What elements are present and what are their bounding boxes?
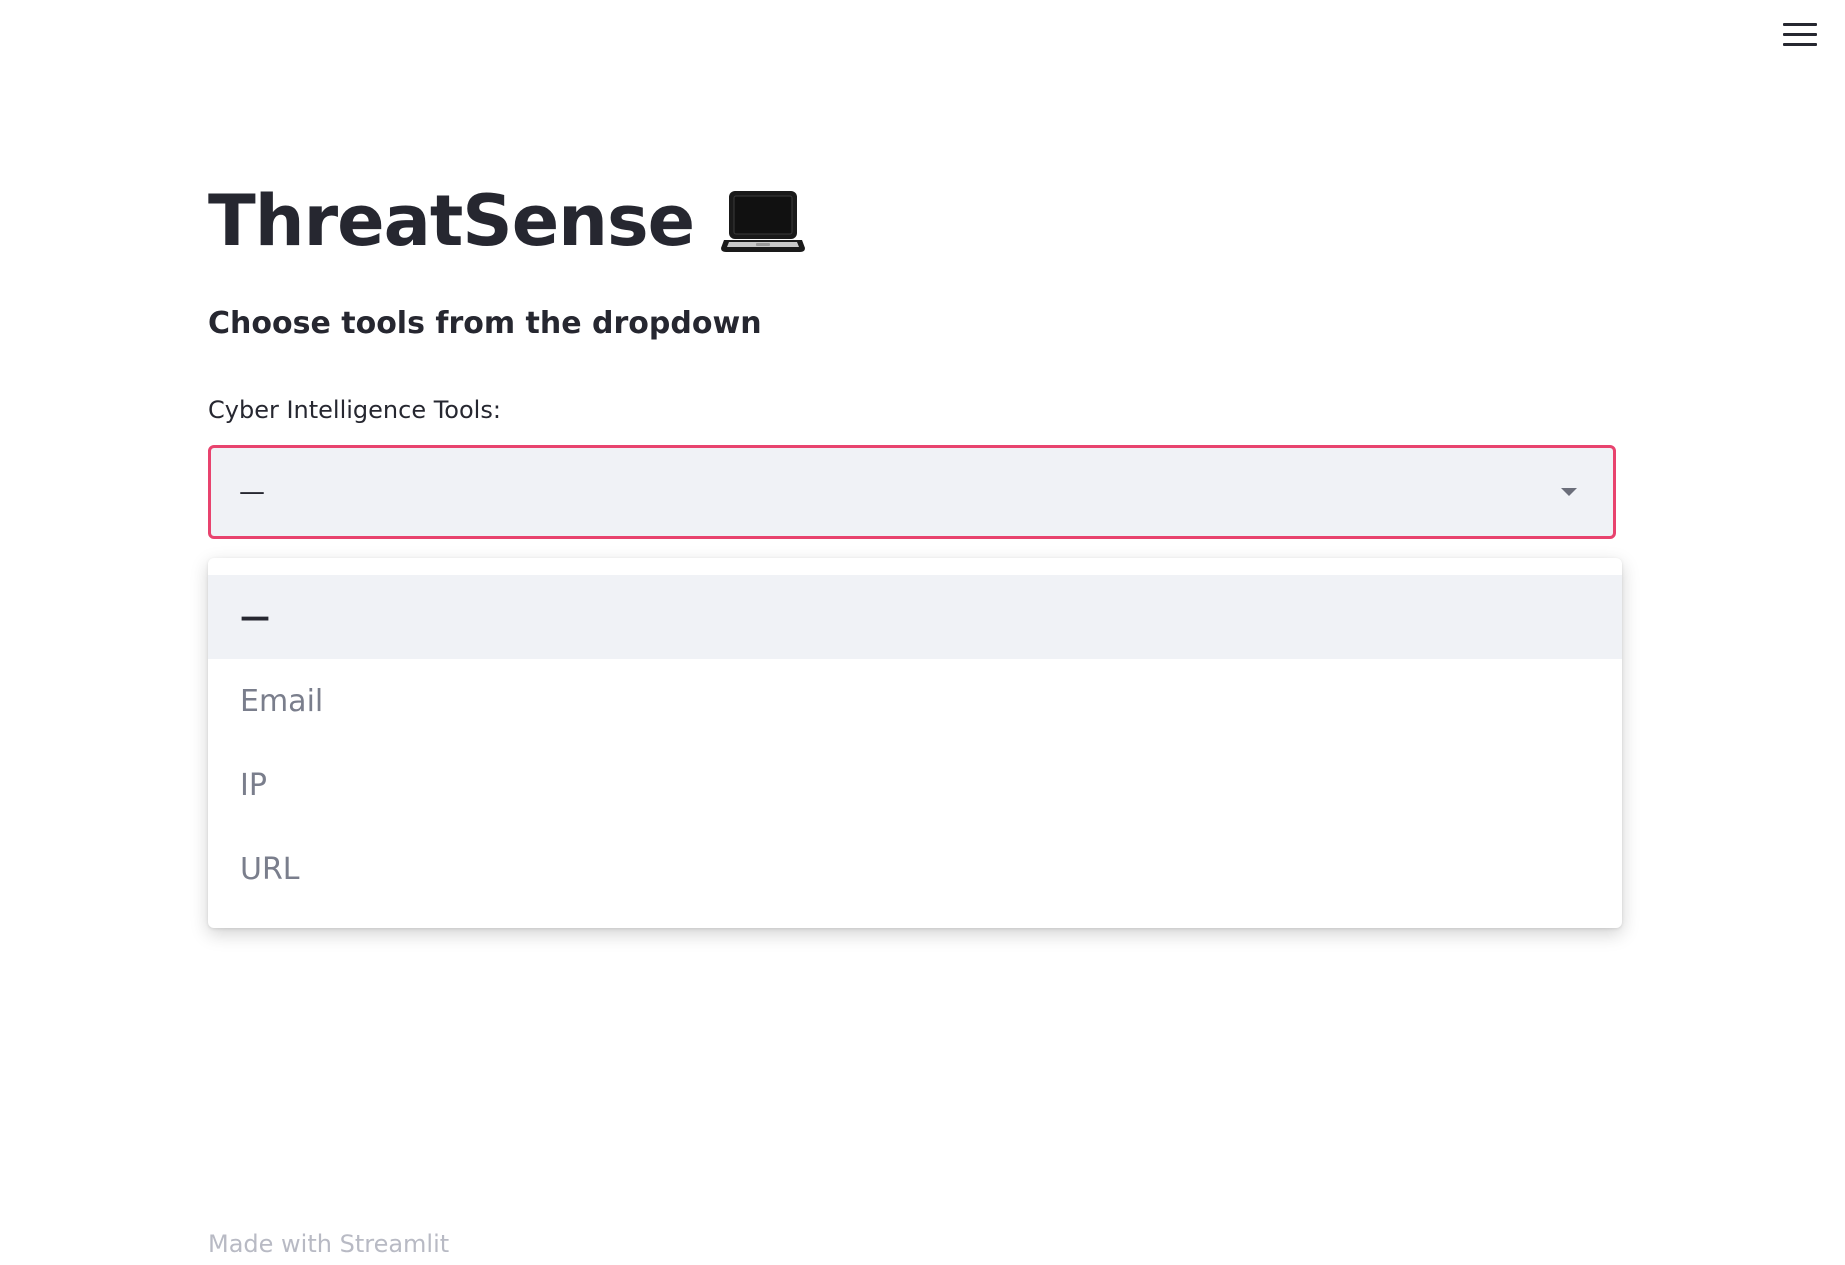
subheader: Choose tools from the dropdown bbox=[208, 306, 762, 341]
dropdown-option-none[interactable]: — bbox=[208, 575, 1622, 659]
menu-bar-line bbox=[1783, 32, 1817, 36]
menu-bar-line bbox=[1783, 42, 1817, 46]
tools-select[interactable]: — bbox=[208, 445, 1616, 539]
page-title-text: ThreatSense bbox=[208, 180, 695, 262]
tools-select-value: — bbox=[239, 477, 265, 507]
menu-bar-line bbox=[1783, 22, 1817, 26]
tools-dropdown-menu: — Email IP URL bbox=[208, 558, 1622, 928]
dropdown-option-url[interactable]: URL bbox=[208, 827, 1622, 911]
dropdown-option-email[interactable]: Email bbox=[208, 659, 1622, 743]
page-title: ThreatSense bbox=[208, 186, 806, 256]
chevron-down-icon bbox=[1561, 488, 1577, 496]
footer-made-with-streamlit[interactable]: Made with Streamlit bbox=[208, 1230, 449, 1258]
tools-select-label: Cyber Intelligence Tools: bbox=[208, 396, 501, 424]
dropdown-option-ip[interactable]: IP bbox=[208, 743, 1622, 827]
laptop-icon bbox=[721, 191, 806, 252]
app-page: ThreatSense Choose tools from the dropdo… bbox=[0, 0, 1845, 1265]
hamburger-menu-icon[interactable] bbox=[1783, 18, 1817, 50]
